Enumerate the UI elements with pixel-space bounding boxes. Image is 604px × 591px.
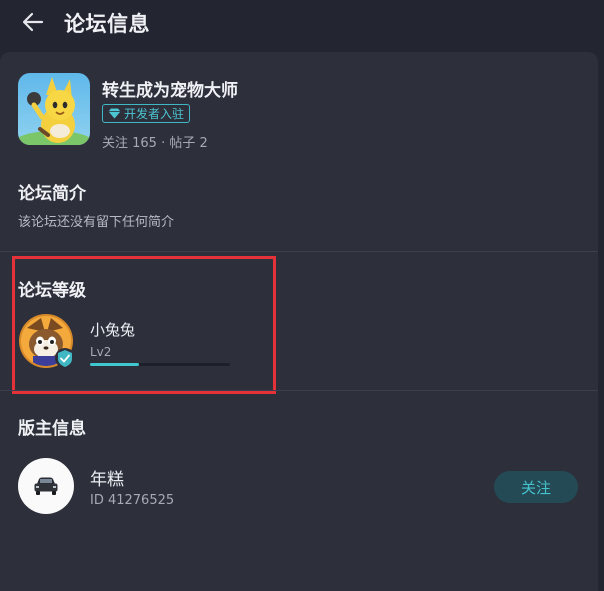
diamond-icon — [108, 108, 121, 119]
owner-name: 年糕 — [90, 470, 124, 490]
divider — [0, 251, 598, 252]
owner-id: ID 41276525 — [90, 493, 175, 508]
forum-icon — [18, 73, 90, 145]
developer-badge: 开发者入驻 — [102, 104, 191, 123]
forum-name: 转生成为宠物大师 — [102, 81, 238, 101]
highlight-box — [12, 256, 276, 394]
follow-button[interactable]: 关注 — [494, 471, 578, 503]
header-bar: 论坛信息 — [0, 0, 604, 48]
owner-avatar[interactable] — [18, 458, 74, 514]
back-button[interactable] — [18, 9, 48, 35]
developer-badge-label: 开发者入驻 — [124, 107, 185, 121]
owner-section-title: 版主信息 — [18, 419, 86, 439]
car-icon — [34, 477, 58, 495]
page-title: 论坛信息 — [64, 12, 150, 36]
arrow-left-icon — [22, 12, 44, 32]
intro-section-title: 论坛简介 — [18, 184, 86, 204]
forum-stats: 关注 165 · 帖子 2 — [102, 136, 208, 151]
divider — [0, 390, 598, 391]
intro-text: 该论坛还没有留下任何简介 — [18, 215, 175, 230]
